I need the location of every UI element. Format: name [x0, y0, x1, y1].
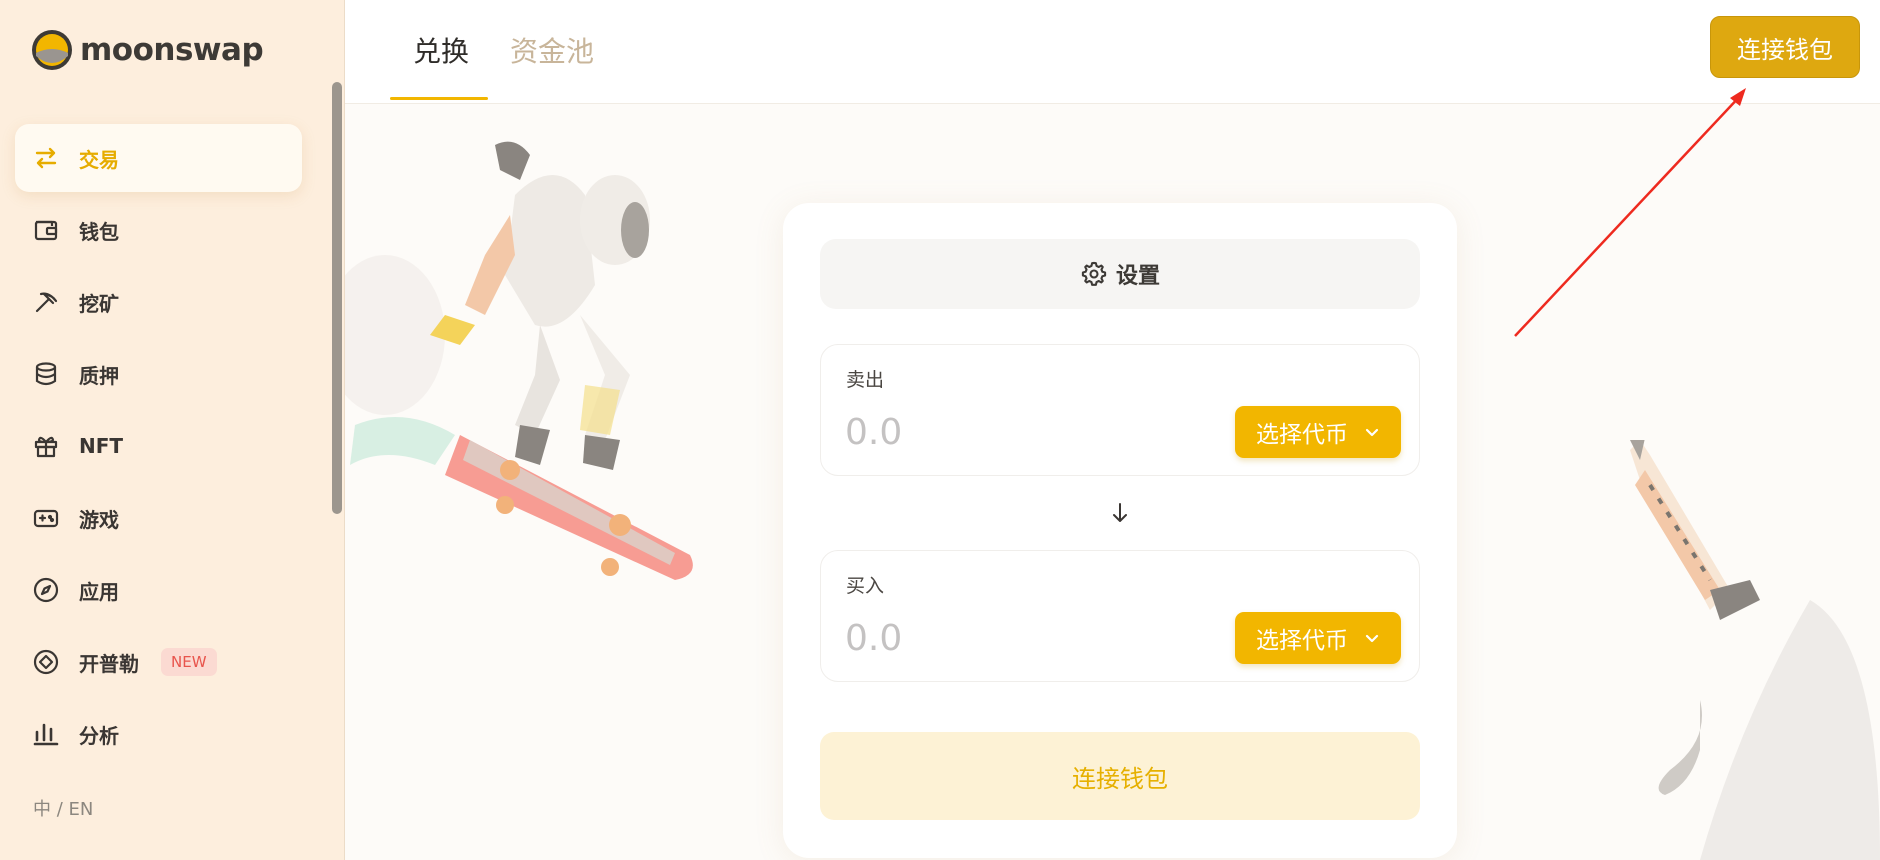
sidebar-item-label: 开普勒 [79, 651, 139, 676]
sell-panel: 卖出 选择代币 [820, 344, 1420, 476]
swap-arrows-icon [31, 143, 61, 173]
buy-panel: 买入 选择代币 [820, 550, 1420, 682]
swap-direction-button[interactable] [1106, 499, 1134, 527]
select-token-label: 选择代币 [1256, 422, 1348, 448]
bar-chart-icon [31, 719, 61, 749]
settings-label: 设置 [1115, 264, 1160, 289]
sidebar-item-label: 游戏 [79, 507, 119, 532]
compass-icon [31, 575, 61, 605]
pickaxe-icon [31, 287, 61, 317]
database-icon [31, 359, 61, 389]
rocket-illustration [1630, 440, 1880, 860]
sidebar-item-staking[interactable]: 质押 [15, 340, 302, 408]
sell-amount-input[interactable] [843, 407, 1147, 457]
sidebar-item-label: 分析 [79, 723, 119, 748]
language-switch[interactable]: 中 / EN [33, 795, 93, 821]
select-token-label: 选择代币 [1256, 628, 1348, 654]
sidebar-item-label: 质押 [79, 363, 119, 388]
sidebar-item-kepler[interactable]: 开普勒 NEW [15, 628, 302, 696]
annotation-arrow [1514, 88, 1746, 337]
sidebar-item-games[interactable]: 游戏 [15, 484, 302, 552]
sell-select-token-button[interactable]: 选择代币 [1235, 406, 1401, 458]
buy-label: 买入 [846, 575, 885, 597]
tab-swap[interactable]: 兑换 [413, 30, 469, 70]
sidebar-scrollbar[interactable] [332, 82, 342, 514]
buy-amount-input[interactable] [843, 613, 1147, 663]
sidebar-item-label: NFT [79, 434, 124, 458]
moonswap-logo[interactable]: moonswap [30, 28, 264, 72]
gift-icon [31, 431, 61, 461]
sell-label: 卖出 [846, 369, 885, 391]
chevron-down-icon [1364, 424, 1380, 440]
sidebar-item-trade[interactable]: 交易 [15, 124, 302, 192]
sidebar-item-label: 挖矿 [79, 291, 119, 316]
kepler-icon [31, 647, 61, 677]
astronaut-skateboard-illustration [345, 141, 693, 580]
moon-logo-icon [32, 30, 72, 70]
arrow-down-icon [1113, 503, 1127, 522]
buy-select-token-button[interactable]: 选择代币 [1235, 612, 1401, 664]
brand-name: moonswap [80, 32, 264, 68]
settings-button[interactable]: 设置 [820, 239, 1420, 309]
sidebar: moonswap 交易 钱包 挖矿 质押 NFT 游戏 应用 开普勒 NEW 分… [0, 0, 345, 860]
new-badge: NEW [161, 648, 217, 676]
sidebar-item-label: 应用 [79, 579, 119, 604]
sidebar-item-label: 钱包 [79, 219, 119, 244]
swap-card: 设置 卖出 选择代币 买入 选择代币 连接钱包 [783, 203, 1457, 858]
sidebar-item-apps[interactable]: 应用 [15, 556, 302, 624]
gamepad-icon [31, 503, 61, 533]
sidebar-item-mining[interactable]: 挖矿 [15, 268, 302, 336]
connect-wallet-main-button[interactable]: 连接钱包 [820, 732, 1420, 820]
sidebar-item-label: 交易 [79, 147, 119, 172]
sidebar-item-wallet[interactable]: 钱包 [15, 196, 302, 264]
sidebar-item-analytics[interactable]: 分析 [15, 700, 302, 768]
connect-wallet-button[interactable]: 连接钱包 [1710, 16, 1860, 78]
active-tab-indicator [390, 97, 488, 100]
gear-icon [1080, 260, 1108, 288]
chevron-down-icon [1364, 630, 1380, 646]
tab-pool[interactable]: 资金池 [510, 30, 594, 70]
sidebar-nav: 交易 钱包 挖矿 质押 NFT 游戏 应用 开普勒 NEW 分析 [15, 124, 302, 772]
sidebar-item-nft[interactable]: NFT [15, 412, 302, 480]
wallet-icon [31, 215, 61, 245]
